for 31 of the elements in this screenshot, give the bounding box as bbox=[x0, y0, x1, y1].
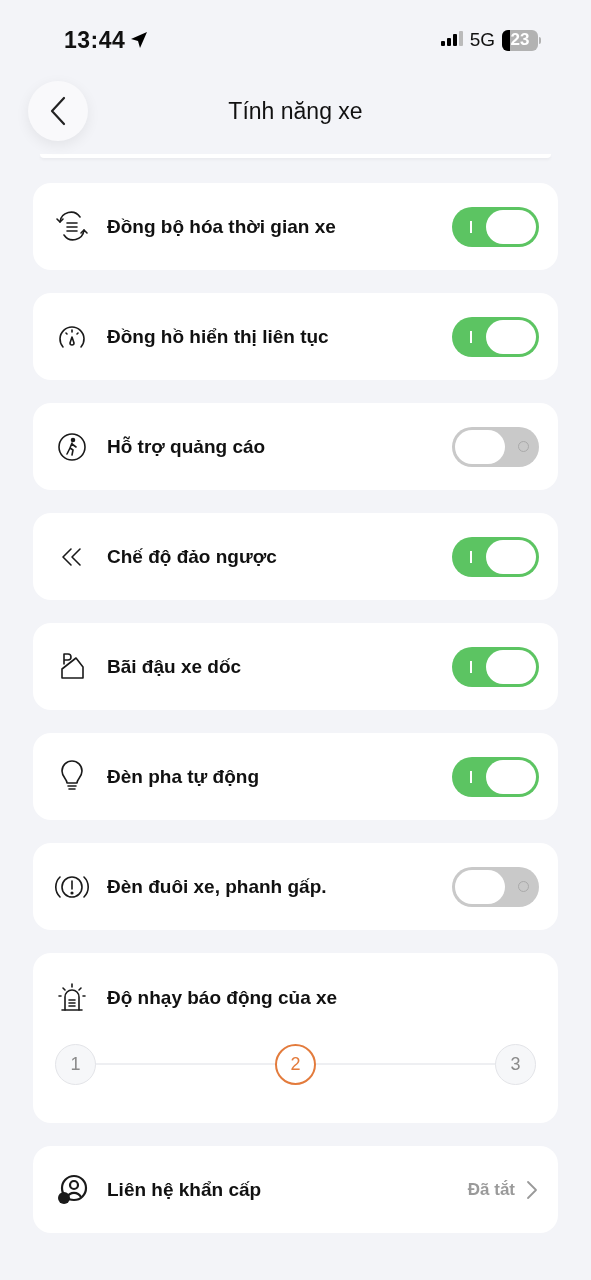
level-step[interactable]: 2 bbox=[275, 1043, 316, 1085]
setting-label: Độ nhạy báo động của xe bbox=[107, 987, 339, 1009]
network-type: 5G bbox=[469, 29, 495, 51]
setting-label: Bãi đậu xe dốc bbox=[107, 655, 243, 678]
status-value: Đã tắt bbox=[467, 1179, 515, 1200]
contacts-icon bbox=[55, 1172, 89, 1207]
level-step[interactable]: 3 bbox=[495, 1043, 536, 1085]
toggle-switch[interactable] bbox=[452, 536, 539, 577]
setting-label: Hỗ trợ quảng cáo bbox=[107, 435, 267, 458]
toggle-switch[interactable] bbox=[452, 426, 539, 467]
setting-label: Liên hệ khẩn cấp bbox=[107, 1178, 263, 1201]
toggle-switch[interactable] bbox=[452, 316, 539, 357]
toggle-switch[interactable] bbox=[452, 206, 539, 247]
sync-icon bbox=[55, 209, 89, 244]
toggle-switch[interactable] bbox=[452, 866, 539, 907]
signal-icon bbox=[440, 31, 463, 49]
contact-row[interactable]: Liên hệ khẩn cấp Đã tắt bbox=[33, 1146, 558, 1233]
battery-percent: 23 bbox=[510, 30, 530, 50]
setting-label: Chế độ đảo ngược bbox=[107, 545, 278, 568]
clock-time: 13:44 bbox=[64, 26, 126, 54]
toggle-switch[interactable] bbox=[452, 646, 539, 687]
chevron-right-icon bbox=[525, 1179, 539, 1200]
setting-label: Đồng bộ hóa thời gian xe bbox=[107, 215, 337, 238]
setting-label: Đèn đuôi xe, phanh gấp. bbox=[107, 875, 328, 898]
level-step[interactable]: 1 bbox=[55, 1043, 96, 1085]
setting-label: Đèn pha tự động bbox=[107, 765, 261, 788]
location-arrow-icon bbox=[129, 30, 150, 50]
page-title: Tính năng xe bbox=[228, 97, 363, 125]
battery-fill bbox=[502, 29, 510, 51]
toggle-switch[interactable] bbox=[452, 756, 539, 797]
setting-label: Đồng hồ hiển thị liên tục bbox=[107, 325, 330, 348]
